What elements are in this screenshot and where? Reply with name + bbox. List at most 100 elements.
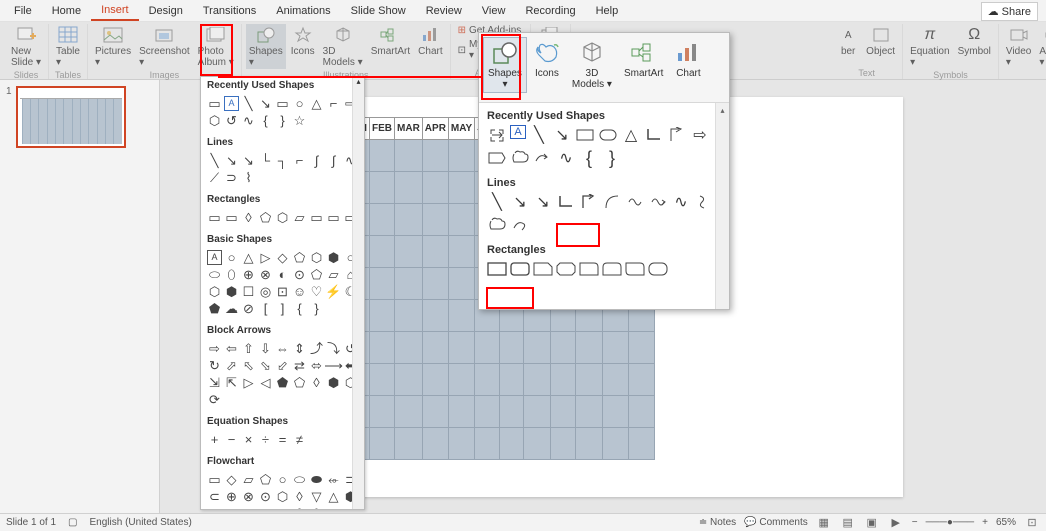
tab-view[interactable]: View (472, 2, 516, 20)
shape-icon[interactable]: ] (275, 301, 290, 316)
popup-shapes-button[interactable]: Shapes ▾ (483, 37, 527, 93)
shape-icon[interactable]: △ (621, 125, 641, 145)
shape-icon[interactable]: A (207, 250, 222, 265)
shape-icon[interactable]: ⬡ (207, 113, 222, 128)
shape-icon[interactable]: ▭ (275, 96, 290, 111)
shape-icon[interactable]: ╲ (487, 192, 507, 212)
shape-icon[interactable]: △ (309, 96, 324, 111)
shape-icon[interactable]: ◊ (309, 375, 324, 390)
shape-icon[interactable]: ⬠ (258, 472, 273, 487)
shape-icon[interactable]: ⬢ (326, 375, 341, 390)
shape-icon[interactable]: ◊ (292, 489, 307, 504)
icons-button[interactable]: Icons (288, 24, 318, 58)
shape-icon[interactable]: ⌐ (292, 153, 307, 168)
zoom-slider[interactable]: ───●─── (926, 517, 975, 528)
shape-icon[interactable] (694, 192, 714, 212)
popup-scrollbar[interactable]: ▴ (715, 103, 729, 309)
shape-icon[interactable]: } (309, 301, 324, 316)
shape-icon[interactable]: ⬭ (207, 267, 222, 282)
zoom-out-button[interactable]: − (912, 517, 918, 528)
photo-album-button[interactable]: Photo Album ▾ (195, 24, 237, 69)
shape-icon[interactable]: ⊗ (258, 267, 273, 282)
shape-icon[interactable]: ∿ (556, 148, 576, 168)
shape-icon[interactable]: ⟶ (326, 358, 341, 373)
shape-icon[interactable]: ↘ (510, 192, 530, 212)
shape-icon[interactable] (487, 148, 507, 168)
shape-icon[interactable]: A (224, 96, 239, 111)
shape-icon[interactable]: ⟋ (207, 170, 222, 185)
fit-window-icon[interactable]: ⊡ (1024, 516, 1040, 530)
shape-icon[interactable]: ▱ (292, 210, 307, 225)
shape-icon[interactable]: ⊃ (224, 170, 239, 185)
shape-icon[interactable] (487, 215, 507, 235)
shape-icon[interactable]: ⬭ (275, 506, 290, 510)
shape-icon[interactable]: ⬁ (241, 358, 256, 373)
rectangle-icon[interactable] (487, 259, 507, 279)
shape-icon[interactable]: ▱ (241, 472, 256, 487)
shape-icon[interactable]: ∿ (241, 113, 256, 128)
shape-icon[interactable]: ⬰ (326, 472, 341, 487)
shape-icon[interactable]: ⬡ (275, 210, 290, 225)
shape-icon[interactable]: ⊙ (292, 267, 307, 282)
shape-icon[interactable]: ⬠ (309, 267, 324, 282)
shape-icon[interactable]: ⬀ (224, 358, 239, 373)
shape-icon[interactable]: ⇲ (207, 375, 222, 390)
shape-icon[interactable]: ◐ (326, 506, 341, 510)
shape-icon[interactable] (602, 259, 622, 279)
table-row[interactable] (340, 331, 655, 363)
shape-icon[interactable]: ⊘ (241, 301, 256, 316)
new-slide-button[interactable]: New Slide ▾ (8, 24, 44, 69)
shape-icon[interactable]: ⇨ (690, 125, 710, 145)
shape-icon[interactable]: ◁ (258, 375, 273, 390)
shape-icon[interactable] (648, 259, 668, 279)
shape-icon[interactable]: ⬬ (258, 506, 273, 510)
shape-icon[interactable]: ⬮ (292, 506, 307, 510)
shape-icon[interactable]: ╲ (241, 96, 256, 111)
tab-help[interactable]: Help (586, 2, 629, 20)
shape-icon[interactable] (533, 259, 553, 279)
shapes-button[interactable]: Shapes ▾ (246, 24, 286, 69)
shape-icon[interactable]: ↘ (241, 153, 256, 168)
tab-review[interactable]: Review (416, 2, 472, 20)
shape-icon[interactable] (533, 148, 553, 168)
table-row[interactable] (340, 363, 655, 395)
sorter-view-icon[interactable]: ▤ (840, 516, 856, 530)
shape-icon[interactable]: ⬢ (326, 250, 341, 265)
shape-icon[interactable] (510, 148, 530, 168)
shape-icon[interactable]: ☐ (241, 284, 256, 299)
shape-icon[interactable] (625, 192, 645, 212)
shape-icon[interactable]: { (292, 301, 307, 316)
shape-icon[interactable] (644, 125, 664, 145)
shape-icon[interactable]: ▭ (224, 210, 239, 225)
shape-icon[interactable]: ◇ (224, 472, 239, 487)
shape-icon[interactable]: ⊡ (241, 506, 256, 510)
shape-icon[interactable]: ○ (292, 96, 307, 111)
shape-icon[interactable]: ▭ (326, 210, 341, 225)
shape-icon[interactable]: ⤴ (309, 341, 324, 356)
shape-icon[interactable]: ⬂ (258, 358, 273, 373)
shape-icon[interactable]: ☺ (292, 284, 307, 299)
shape-icon[interactable] (598, 125, 618, 145)
shape-icon[interactable]: ⊂ (207, 489, 222, 504)
popup-icons-button[interactable]: Icons (529, 37, 565, 82)
notes-button[interactable]: ≐ Notes (699, 517, 736, 528)
tab-slideshow[interactable]: Slide Show (341, 2, 416, 20)
shape-icon[interactable]: A (510, 125, 526, 139)
table-button[interactable]: Table ▾ (53, 24, 83, 69)
symbol-button[interactable]: ΩSymbol (955, 24, 994, 58)
shape-icon[interactable]: ⬃ (275, 358, 290, 373)
shape-icon[interactable]: ╲ (207, 153, 222, 168)
shape-icon[interactable]: ⇄ (292, 358, 307, 373)
shape-icon[interactable]: − (224, 432, 239, 447)
shape-icon[interactable]: ⬠ (292, 250, 307, 265)
shape-icon[interactable] (579, 259, 599, 279)
shape-icon[interactable]: ⊙ (258, 489, 273, 504)
shape-icon[interactable]: └ (258, 153, 273, 168)
shape-icon[interactable]: ↘ (533, 192, 553, 212)
pictures-button[interactable]: Pictures ▾ (92, 24, 134, 69)
shape-icon[interactable]: ◇ (275, 250, 290, 265)
reading-view-icon[interactable]: ▣ (864, 516, 880, 530)
shape-icon[interactable]: ▭ (207, 472, 222, 487)
table-row[interactable] (340, 395, 655, 427)
shape-icon[interactable]: △ (326, 489, 341, 504)
